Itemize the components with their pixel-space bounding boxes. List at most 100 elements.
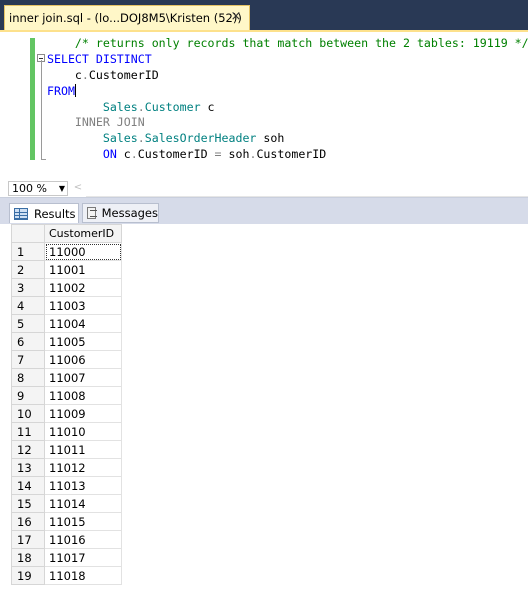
cell-customerid[interactable]: 11009: [44, 404, 122, 423]
code-token: FROM: [47, 83, 75, 98]
cell-customerid[interactable]: 11004: [44, 314, 122, 333]
code-token: .: [81, 67, 89, 82]
query-editor[interactable]: /* returns only records that match betwe…: [0, 32, 528, 180]
table-row[interactable]: 18 11017: [11, 548, 122, 567]
table-row[interactable]: 13 11012: [11, 458, 122, 477]
table-row[interactable]: 19 11018: [11, 566, 122, 585]
cell-customerid[interactable]: 11000: [44, 242, 122, 261]
table-row[interactable]: 10 11009: [11, 404, 122, 423]
table-row[interactable]: 9 11008: [11, 386, 122, 405]
table-row[interactable]: 4 11003: [11, 296, 122, 315]
cell-customerid[interactable]: 11015: [44, 512, 122, 531]
row-number[interactable]: 15: [11, 494, 45, 513]
cell-customerid[interactable]: 11013: [44, 476, 122, 495]
code-line[interactable]: Sales.SalesOrderHeader soh: [47, 131, 528, 147]
table-row[interactable]: 1 11000: [11, 242, 122, 261]
row-number[interactable]: 18: [11, 548, 45, 567]
tab-messages[interactable]: Messages: [82, 203, 159, 223]
code-line[interactable]: /* returns only records that match betwe…: [47, 36, 528, 52]
table-row[interactable]: 14 11013: [11, 476, 122, 495]
grid-icon: [14, 207, 28, 220]
row-number[interactable]: 2: [11, 260, 45, 279]
close-icon[interactable]: ×: [229, 10, 243, 24]
code-token: /* returns only records that match betwe…: [74, 36, 528, 50]
code-token: Sales: [102, 131, 138, 146]
cell-customerid[interactable]: 11012: [44, 458, 122, 477]
row-number[interactable]: 6: [11, 332, 45, 351]
cell-customerid[interactable]: 11011: [44, 440, 122, 459]
change-tracking-bar: [30, 38, 35, 160]
cell-customerid[interactable]: 11016: [44, 530, 122, 549]
cell-customerid[interactable]: 11002: [44, 278, 122, 297]
table-row[interactable]: 7 11006: [11, 350, 122, 369]
row-number[interactable]: 19: [11, 566, 45, 585]
code-token: =: [214, 147, 222, 162]
cell-customerid[interactable]: 11010: [44, 422, 122, 441]
code-token: Customer: [144, 99, 201, 114]
row-number[interactable]: 11: [11, 422, 45, 441]
cell-customerid[interactable]: 11006: [44, 350, 122, 369]
code-line[interactable]: c.CustomerID: [47, 68, 528, 84]
cell-customerid[interactable]: 11018: [44, 566, 122, 585]
cell-customerid[interactable]: 11007: [44, 368, 122, 387]
zoom-select[interactable]: 100 % ▼: [8, 181, 68, 196]
row-number[interactable]: 14: [11, 476, 45, 495]
cell-customerid[interactable]: 11001: [44, 260, 122, 279]
row-number[interactable]: 8: [11, 368, 45, 387]
table-row[interactable]: 5 11004: [11, 314, 122, 333]
cell-customerid[interactable]: 11005: [44, 332, 122, 351]
table-row[interactable]: 6 11005: [11, 332, 122, 351]
table-row[interactable]: 2 11001: [11, 260, 122, 279]
table-row[interactable]: 8 11007: [11, 368, 122, 387]
row-number[interactable]: 1: [11, 242, 45, 261]
table-row[interactable]: 17 11016: [11, 530, 122, 549]
code-token: c: [200, 99, 215, 114]
table-row[interactable]: 12 11011: [11, 440, 122, 459]
row-number[interactable]: 5: [11, 314, 45, 333]
column-header-customerid[interactable]: CustomerID: [44, 224, 122, 243]
row-number[interactable]: 12: [11, 440, 45, 459]
code-token: Sales: [102, 99, 138, 114]
code-token: ON: [102, 147, 117, 162]
code-token: .: [137, 99, 145, 114]
cell-customerid[interactable]: 11017: [44, 548, 122, 567]
row-number[interactable]: 10: [11, 404, 45, 423]
table-row[interactable]: 16 11015: [11, 512, 122, 531]
messages-icon: [87, 207, 97, 219]
table-row[interactable]: 3 11002: [11, 278, 122, 297]
cell-customerid[interactable]: 11014: [44, 494, 122, 513]
row-number[interactable]: 9: [11, 386, 45, 405]
row-number[interactable]: 7: [11, 350, 45, 369]
cell-customerid[interactable]: 11008: [44, 386, 122, 405]
row-number[interactable]: 13: [11, 458, 45, 477]
code-token: CustomerID: [137, 147, 215, 162]
row-number[interactable]: 4: [11, 296, 45, 315]
document-tab-inner-join[interactable]: inner join.sql - (lo...DOJ8M5\Kristen (5…: [4, 5, 250, 30]
code-line[interactable]: INNER JOIN: [47, 115, 528, 131]
zoom-bar: 100 % ▼ <: [0, 180, 528, 197]
document-tab-title: inner join.sql - (lo...DOJ8M5\Kristen (5…: [9, 11, 242, 25]
scroll-left-icon[interactable]: <: [72, 181, 84, 195]
chevron-down-icon[interactable]: ▼: [59, 182, 65, 195]
row-number[interactable]: 3: [11, 278, 45, 297]
sql-code[interactable]: /* returns only records that match betwe…: [47, 36, 528, 163]
code-line[interactable]: ON c.CustomerID = soh.CustomerID: [47, 147, 528, 163]
row-number-header[interactable]: [11, 224, 45, 243]
code-line[interactable]: FROM: [47, 83, 528, 100]
code-line[interactable]: Sales.Customer c: [47, 100, 528, 116]
row-number[interactable]: 16: [11, 512, 45, 531]
code-token: .: [130, 147, 138, 162]
table-row[interactable]: 15 11014: [11, 494, 122, 513]
tab-results[interactable]: Results: [9, 203, 79, 223]
code-token: SalesOrderHeader: [144, 131, 257, 146]
row-number[interactable]: 17: [11, 530, 45, 549]
code-line[interactable]: SELECT DISTINCT: [47, 52, 528, 68]
table-row[interactable]: 11 11010: [11, 422, 122, 441]
zoom-value: 100 %: [12, 182, 47, 195]
outline-line-end: [41, 159, 46, 160]
cell-customerid[interactable]: 11003: [44, 296, 122, 315]
